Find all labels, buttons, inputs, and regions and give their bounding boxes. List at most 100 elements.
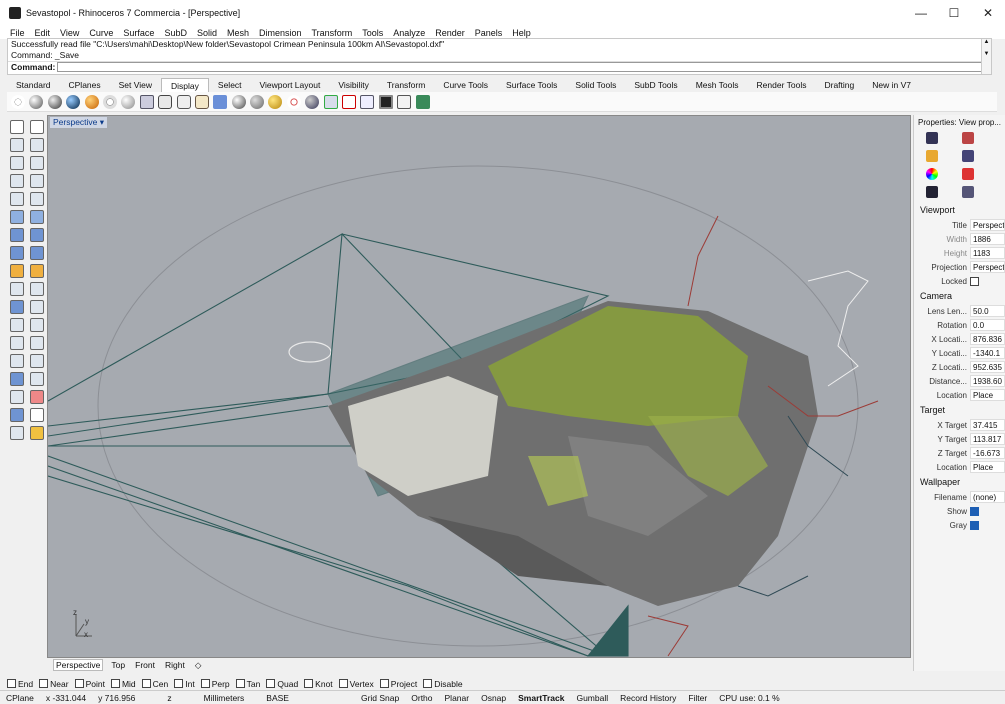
osnap-perp-checkbox[interactable] xyxy=(200,679,210,688)
gray-checkbox[interactable] xyxy=(970,520,979,530)
command-input[interactable] xyxy=(57,62,987,72)
target-icon[interactable] xyxy=(286,94,301,109)
target-place-button[interactable]: Place xyxy=(970,461,1005,473)
cylinder-icon[interactable] xyxy=(10,246,24,260)
surface-icon[interactable] xyxy=(10,210,24,224)
tab-display[interactable]: Display xyxy=(161,78,209,92)
box-icon[interactable] xyxy=(10,228,24,242)
tab-mesh-tools[interactable]: Mesh Tools xyxy=(687,78,748,92)
xray-display-icon[interactable] xyxy=(84,94,99,109)
layer-indicator[interactable]: BASE xyxy=(260,693,295,703)
polyline-icon[interactable] xyxy=(10,138,24,152)
explode-icon[interactable] xyxy=(30,264,44,278)
ghosted-display-icon[interactable] xyxy=(66,94,81,109)
menu-analyze[interactable]: Analyze xyxy=(393,28,425,38)
add-viewport-tab-icon[interactable]: ◇ xyxy=(193,660,204,671)
osnap-project-checkbox[interactable] xyxy=(379,679,389,688)
osnap-perp[interactable]: Perp xyxy=(200,679,230,689)
tab-set-view[interactable]: Set View xyxy=(110,78,161,92)
camera-icon[interactable] xyxy=(926,186,938,198)
model-view[interactable]: x y z xyxy=(48,116,911,658)
shaded-display-icon[interactable] xyxy=(29,94,44,109)
gumball-toggle[interactable]: Gumball xyxy=(570,693,614,703)
tab-viewport-layout[interactable]: Viewport Layout xyxy=(251,78,330,92)
analyze-icon[interactable] xyxy=(10,408,24,422)
tab-standard[interactable]: Standard xyxy=(7,78,60,92)
camera-place-button[interactable]: Place xyxy=(970,389,1005,401)
tab-cplanes[interactable]: CPlanes xyxy=(60,78,110,92)
osnap-vertex[interactable]: Vertex xyxy=(338,679,374,689)
menu-surface[interactable]: Surface xyxy=(123,28,154,38)
menu-view[interactable]: View xyxy=(60,28,79,38)
menu-mesh[interactable]: Mesh xyxy=(227,28,249,38)
filter-toggle[interactable]: Filter xyxy=(682,693,713,703)
tab-solid-tools[interactable]: Solid Tools xyxy=(566,78,625,92)
boolean-icon[interactable] xyxy=(30,228,44,242)
scale-icon[interactable] xyxy=(30,336,44,350)
artistic-display-icon[interactable] xyxy=(121,94,136,109)
filename-field[interactable]: (none) xyxy=(970,491,1005,503)
clipping-plane-icon[interactable] xyxy=(305,94,320,109)
menu-panels[interactable]: Panels xyxy=(475,28,503,38)
osnap-toggle[interactable]: Osnap xyxy=(475,693,512,703)
title-field[interactable]: Perspective xyxy=(970,219,1005,231)
gray-sphere-icon[interactable] xyxy=(250,94,265,109)
osnap-cen[interactable]: Cen xyxy=(141,679,168,689)
tab-top[interactable]: Top xyxy=(109,660,127,670)
split-icon[interactable] xyxy=(30,282,44,296)
select-arrow-icon[interactable] xyxy=(10,120,24,134)
render-mesh-icon[interactable] xyxy=(415,94,430,109)
record-history-toggle[interactable]: Record History xyxy=(614,693,682,703)
smarttrack-toggle[interactable]: SmartTrack xyxy=(512,693,570,703)
menu-help[interactable]: Help xyxy=(512,28,531,38)
light-icon[interactable] xyxy=(268,94,283,109)
paint-icon[interactable] xyxy=(30,426,44,440)
color-wheel-icon[interactable] xyxy=(926,168,938,180)
osnap-tan-checkbox[interactable] xyxy=(235,679,245,688)
tab-new-in-v7[interactable]: New in V7 xyxy=(863,78,920,92)
arctic-display-icon[interactable] xyxy=(158,94,173,109)
viewport-title-menu[interactable]: Perspective ▾ xyxy=(50,117,108,128)
trim-icon[interactable] xyxy=(10,282,24,296)
light-tool-icon[interactable] xyxy=(10,264,24,278)
tab-transform[interactable]: Transform xyxy=(378,78,434,92)
ellipse-icon[interactable] xyxy=(30,156,44,170)
fillet-curve-icon[interactable] xyxy=(30,192,44,206)
technical-display-icon[interactable] xyxy=(102,94,117,109)
pen-display-icon[interactable] xyxy=(139,94,154,109)
tab-front[interactable]: Front xyxy=(133,660,157,670)
move-icon[interactable] xyxy=(10,354,24,368)
circle-icon[interactable] xyxy=(10,156,24,170)
sphere-display-icon[interactable] xyxy=(231,94,246,109)
osnap-point[interactable]: Point xyxy=(74,679,105,689)
menu-transform[interactable]: Transform xyxy=(312,28,353,38)
rotate-icon[interactable] xyxy=(30,354,44,368)
menu-curve[interactable]: Curve xyxy=(89,28,113,38)
osnap-int-checkbox[interactable] xyxy=(174,679,184,688)
distance-field[interactable]: 1938.60 xyxy=(970,375,1005,387)
osnap-int[interactable]: Int xyxy=(174,679,195,689)
close-button[interactable]: ✕ xyxy=(971,0,1005,26)
arc-icon[interactable] xyxy=(10,174,24,188)
wireframe-display-icon[interactable] xyxy=(11,94,25,109)
menu-edit[interactable]: Edit xyxy=(35,28,51,38)
layout-display-icon[interactable] xyxy=(213,94,228,109)
menu-render[interactable]: Render xyxy=(435,28,465,38)
osnap-mid-checkbox[interactable] xyxy=(110,679,120,688)
z-target-field[interactable]: -16.673 xyxy=(970,447,1005,459)
z-location-field[interactable]: 952.635 xyxy=(970,361,1005,373)
x-location-field[interactable]: 876.836 xyxy=(970,333,1005,345)
units-indicator[interactable]: Millimeters xyxy=(198,693,251,703)
disable-icon[interactable] xyxy=(342,94,357,109)
planar-toggle[interactable]: Planar xyxy=(439,693,476,703)
dimension-icon[interactable] xyxy=(30,372,44,386)
capture-icon[interactable] xyxy=(360,94,375,109)
menu-file[interactable]: File xyxy=(10,28,25,38)
texture-icon[interactable] xyxy=(962,150,974,162)
osnap-end[interactable]: End xyxy=(7,679,33,689)
show-checkbox[interactable] xyxy=(970,506,979,516)
projection-select[interactable]: Perspective xyxy=(970,261,1005,273)
osnap-knot[interactable]: Knot xyxy=(304,679,333,689)
tab-visibility[interactable]: Visibility xyxy=(329,78,378,92)
named-view-icon[interactable] xyxy=(962,186,974,198)
